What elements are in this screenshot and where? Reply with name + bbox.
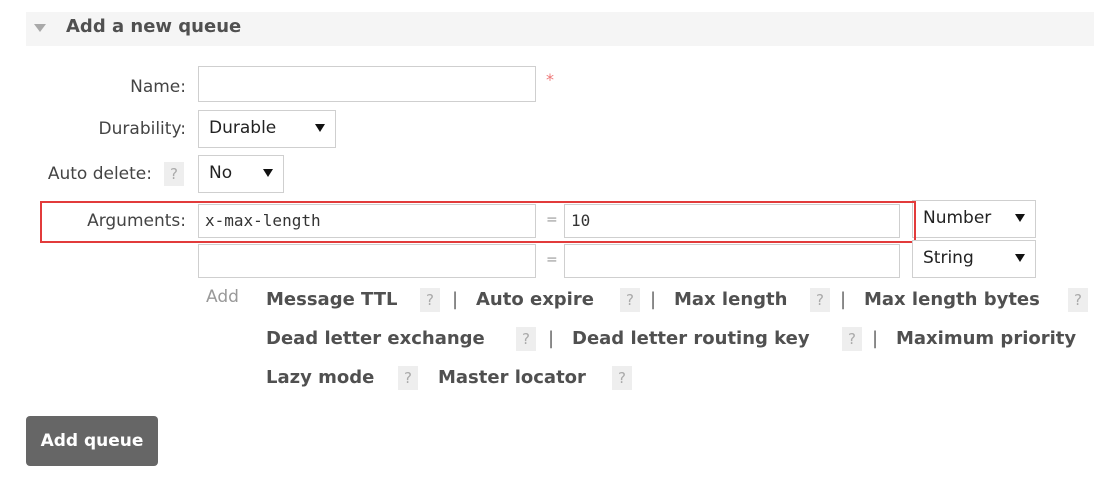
lazy-mode-help-icon[interactable]: ? [398, 366, 418, 390]
dropdown-caret-icon [1015, 214, 1025, 222]
separator: | [872, 328, 879, 349]
durability-value: Durable [209, 118, 277, 138]
name-input[interactable] [198, 66, 536, 102]
shortcut-message-ttl[interactable]: Message TTL [266, 288, 398, 312]
separator: | [548, 328, 555, 349]
shortcut-max-length-bytes[interactable]: Max length bytes [864, 288, 1040, 312]
master-locator-help-icon[interactable]: ? [612, 366, 632, 390]
dead-letter-routing-key-help-icon[interactable]: ? [842, 327, 862, 351]
auto-delete-help-icon[interactable]: ? [164, 162, 184, 186]
argument-type-select[interactable]: Number [912, 200, 1036, 238]
shortcut-dead-letter-routing-key[interactable]: Dead letter routing key [572, 327, 810, 351]
add-queue-button[interactable]: Add queue [26, 416, 158, 466]
shortcut-lazy-mode[interactable]: Lazy mode [266, 366, 374, 390]
argument-type-value: Number [923, 208, 992, 228]
auto-delete-select[interactable]: No [198, 155, 284, 193]
equals-sign: = [546, 252, 558, 268]
durability-select[interactable]: Durable [198, 110, 336, 148]
collapse-arrow-icon[interactable] [34, 24, 46, 32]
argument-key-input[interactable] [198, 244, 536, 278]
section-title[interactable]: Add a new queue [66, 16, 241, 38]
max-length-help-icon[interactable]: ? [810, 288, 830, 312]
max-length-bytes-help-icon[interactable]: ? [1068, 288, 1088, 312]
shortcut-max-length[interactable]: Max length [674, 288, 787, 312]
name-label: Name: [130, 77, 186, 97]
auto-delete-label: Auto delete: [47, 164, 152, 184]
dead-letter-exchange-help-icon[interactable]: ? [516, 327, 536, 351]
auto-delete-value: No [209, 163, 233, 183]
durability-label: Durability: [98, 119, 186, 139]
separator: | [650, 289, 657, 310]
argument-type-value: String [923, 248, 974, 268]
separator: | [840, 289, 847, 310]
dropdown-caret-icon [315, 124, 325, 132]
shortcut-auto-expire[interactable]: Auto expire [476, 288, 594, 312]
message-ttl-help-icon[interactable]: ? [420, 288, 440, 312]
auto-expire-help-icon[interactable]: ? [620, 288, 640, 312]
separator: | [452, 289, 459, 310]
argument-value-input[interactable] [564, 244, 900, 278]
argument-type-select[interactable]: String [912, 240, 1036, 278]
dropdown-caret-icon [1015, 254, 1025, 262]
highlight-box [40, 201, 916, 243]
shortcut-master-locator[interactable]: Master locator [438, 366, 586, 390]
shortcut-maximum-priority[interactable]: Maximum priority [896, 327, 1076, 351]
shortcut-dead-letter-exchange[interactable]: Dead letter exchange [266, 327, 485, 351]
required-marker: * [546, 70, 554, 89]
dropdown-caret-icon [263, 169, 273, 177]
add-label: Add [206, 287, 239, 307]
